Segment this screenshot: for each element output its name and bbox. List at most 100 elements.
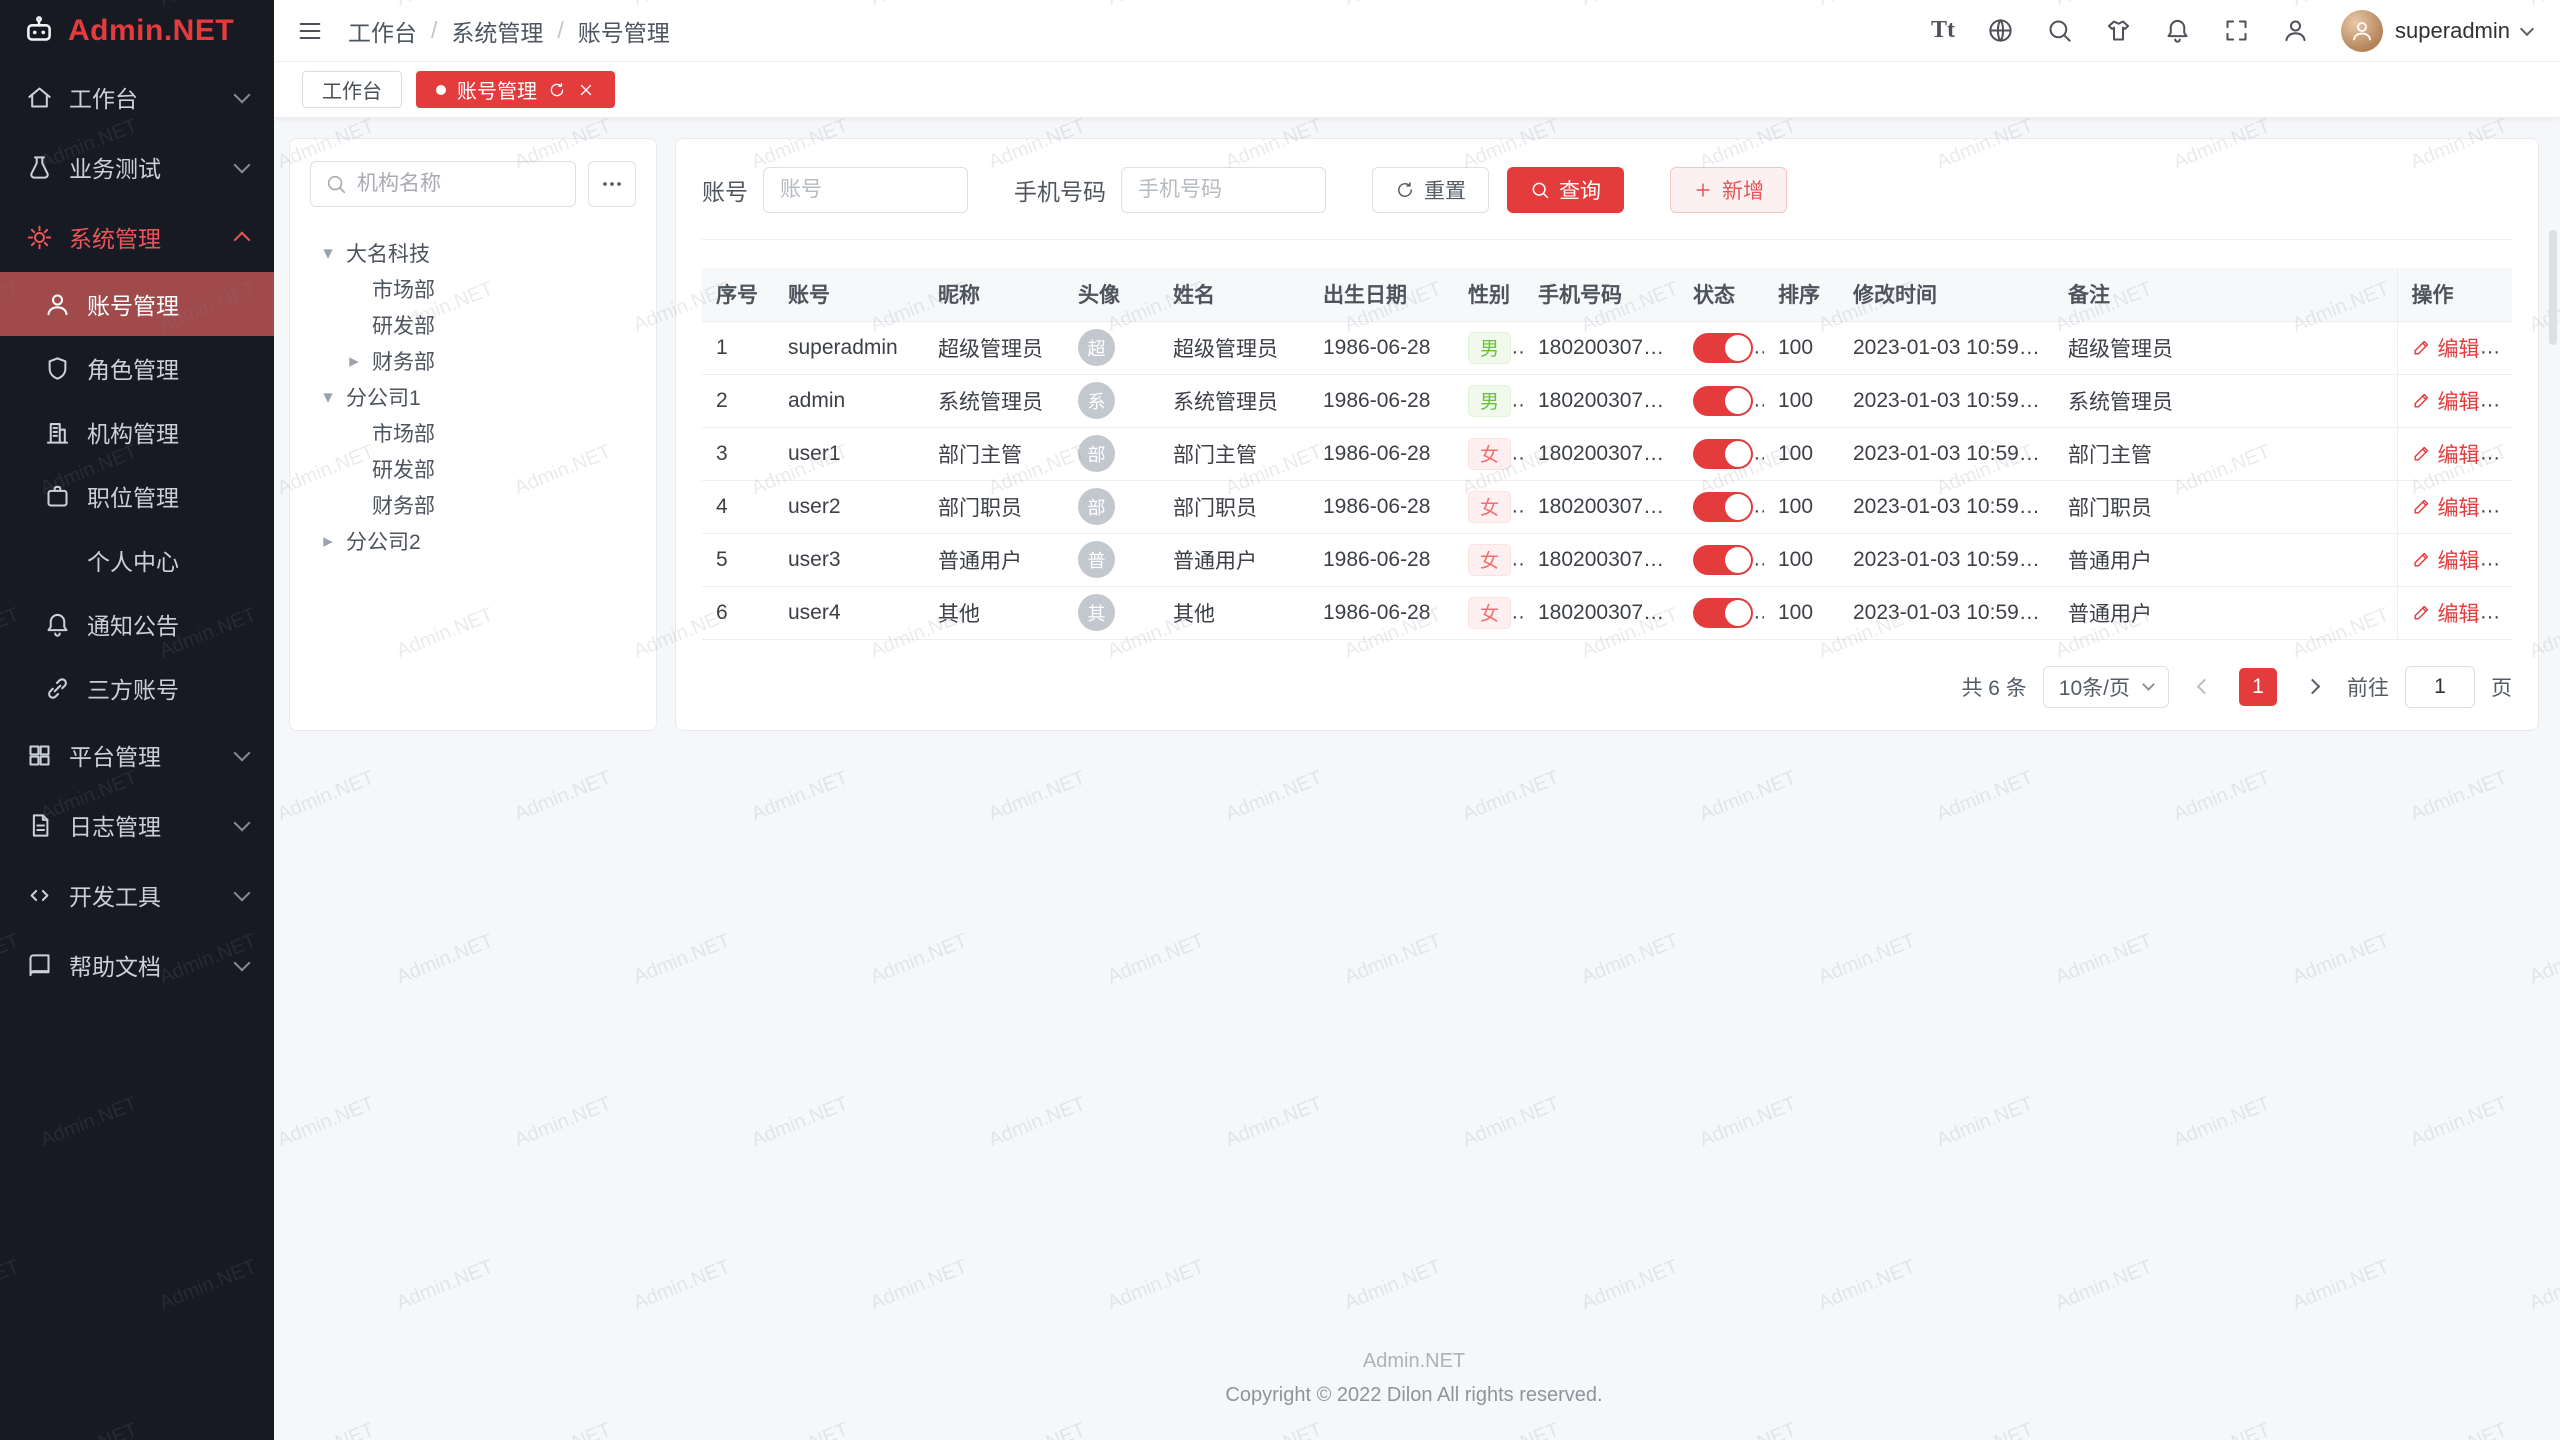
cell-gender: 男: [1454, 321, 1524, 374]
user-menu[interactable]: superadmin: [2341, 10, 2532, 52]
sidebar-item-system[interactable]: 系统管理: [0, 202, 274, 272]
breadcrumb-item[interactable]: 账号管理: [578, 14, 670, 48]
tab-label: 工作台: [322, 75, 382, 104]
org-name-field[interactable]: [357, 172, 561, 196]
cell-nickname: 部门主管: [924, 427, 1064, 480]
sidebar-item-personal[interactable]: 个人中心: [0, 528, 274, 592]
query-form: 账号 手机号码 重置 查询 新增: [702, 161, 2512, 240]
cell-remark: 超级管理员: [2054, 321, 2397, 374]
sidebar-item-devtools[interactable]: 开发工具: [0, 860, 274, 930]
log-icon: [26, 812, 53, 839]
breadcrumb-item[interactable]: 系统管理: [451, 14, 543, 48]
menu-item-label: 通知公告: [87, 607, 248, 641]
account-query-input[interactable]: [763, 167, 968, 213]
avatar-chip: 普: [1078, 541, 1115, 578]
sidebar-item-third-account[interactable]: 三方账号: [0, 656, 274, 720]
tree-node[interactable]: 研发部: [310, 451, 636, 487]
tree-node[interactable]: ▾ 分公司1: [310, 379, 636, 415]
edit-button[interactable]: 编辑: [2412, 545, 2480, 575]
tree-node[interactable]: ▸ 财务部: [310, 343, 636, 379]
caret-right-icon[interactable]: ▸: [316, 530, 340, 553]
edit-button[interactable]: 编辑: [2412, 386, 2480, 416]
notification-icon[interactable]: [2164, 17, 2191, 44]
tab-workbench[interactable]: 工作台: [302, 71, 402, 108]
sidebar-item-org[interactable]: 机构管理: [0, 400, 274, 464]
phone-query-input[interactable]: [1121, 167, 1326, 213]
tree-node[interactable]: 市场部: [310, 415, 636, 451]
sidebar-item-notice[interactable]: 通知公告: [0, 592, 274, 656]
table-row: 5user3普通用户普普通用户1986-06-28女18020030720100…: [702, 533, 2512, 586]
cell-remark: 普通用户: [2054, 586, 2397, 639]
prev-page-button[interactable]: [2185, 668, 2223, 706]
sidebar-item-platform[interactable]: 平台管理: [0, 720, 274, 790]
sidebar: Admin.NET 工作台业务测试系统管理账号管理角色管理机构管理职位管理个人中…: [0, 0, 274, 1440]
org-more-button[interactable]: [588, 161, 636, 207]
tree-node-label: 财务部: [372, 346, 435, 376]
page-size-select[interactable]: 10条/页: [2043, 666, 2169, 708]
cell-order: 100: [1764, 586, 1839, 639]
edit-button[interactable]: 编辑: [2412, 492, 2480, 522]
search-icon[interactable]: [2046, 17, 2073, 44]
sidebar-item-workbench[interactable]: 工作台: [0, 62, 274, 132]
accounts-table: 序号账号昵称头像姓名出生日期性别手机号码状态排序修改时间备注操作 1supera…: [702, 268, 2512, 640]
collapse-menu-icon[interactable]: [296, 17, 324, 45]
profile-icon[interactable]: [2282, 17, 2309, 44]
add-button[interactable]: 新增: [1670, 167, 1787, 213]
sidebar-item-business-test[interactable]: 业务测试: [0, 132, 274, 202]
sidebar-item-logs[interactable]: 日志管理: [0, 790, 274, 860]
cell-name: 部门职员: [1159, 480, 1309, 533]
tree-node[interactable]: ▾大名科技: [310, 235, 636, 271]
close-icon[interactable]: [577, 81, 595, 99]
search-button[interactable]: 查询: [1507, 167, 1624, 213]
tree-node[interactable]: 研发部: [310, 307, 636, 343]
next-page-button[interactable]: [2293, 668, 2331, 706]
status-toggle[interactable]: [1693, 333, 1753, 363]
cell-nickname: 系统管理员: [924, 374, 1064, 427]
grid-icon: [26, 742, 53, 769]
font-size-icon[interactable]: Tt: [1931, 17, 1955, 44]
cell-phone: 18020030720: [1524, 480, 1679, 533]
caret-right-icon[interactable]: ▸: [342, 350, 366, 373]
sidebar-item-role[interactable]: 角色管理: [0, 336, 274, 400]
page-number-button[interactable]: 1: [2239, 668, 2277, 706]
tree-node[interactable]: ▸分公司2: [310, 523, 636, 559]
tab-account[interactable]: 账号管理: [416, 71, 615, 108]
tree-node[interactable]: 市场部: [310, 271, 636, 307]
column-header: 头像: [1064, 268, 1159, 321]
refresh-icon[interactable]: [548, 81, 566, 99]
menu-item-label: 业务测试: [69, 150, 220, 184]
table-header-row: 序号账号昵称头像姓名出生日期性别手机号码状态排序修改时间备注操作: [702, 268, 2512, 321]
status-toggle[interactable]: [1693, 598, 1753, 628]
edit-button[interactable]: 编辑: [2412, 598, 2480, 628]
status-toggle[interactable]: [1693, 439, 1753, 469]
status-toggle[interactable]: [1693, 386, 1753, 416]
scrollbar-thumb[interactable]: [2549, 230, 2557, 345]
org-search-input[interactable]: [310, 161, 576, 207]
reset-button[interactable]: 重置: [1372, 167, 1489, 213]
theme-icon[interactable]: [2105, 17, 2132, 44]
goto-page-input[interactable]: [2405, 666, 2475, 708]
sidebar-item-help[interactable]: 帮助文档: [0, 930, 274, 1000]
edit-button[interactable]: 编辑: [2412, 333, 2480, 363]
footer-copyright: Copyright © 2022 Dilon All rights reserv…: [289, 1378, 2539, 1412]
caret-down-icon[interactable]: ▾: [316, 386, 340, 409]
table-row: 4user2部门职员部部门职员1986-06-28女18020030720100…: [702, 480, 2512, 533]
menu-item-label: 机构管理: [87, 415, 248, 449]
refresh-icon: [1395, 180, 1415, 200]
cell-actions: 编辑: [2397, 374, 2512, 427]
breadcrumb-separator: /: [431, 17, 437, 44]
org-tree: ▾大名科技市场部研发部▸财务部▾分公司1市场部研发部财务部▸分公司2: [310, 235, 636, 559]
tree-node-label: 分公司1: [346, 382, 421, 412]
caret-down-icon[interactable]: ▾: [316, 242, 340, 265]
fullscreen-icon[interactable]: [2223, 17, 2250, 44]
locale-icon[interactable]: [1987, 17, 2014, 44]
cell-nickname: 超级管理员: [924, 321, 1064, 374]
status-toggle[interactable]: [1693, 545, 1753, 575]
tree-node[interactable]: 财务部: [310, 487, 636, 523]
sidebar-item-position[interactable]: 职位管理: [0, 464, 274, 528]
tree-node-label: 研发部: [372, 310, 435, 340]
breadcrumb-item[interactable]: 工作台: [348, 14, 417, 48]
sidebar-item-account[interactable]: 账号管理: [0, 272, 274, 336]
status-toggle[interactable]: [1693, 492, 1753, 522]
edit-button[interactable]: 编辑: [2412, 439, 2480, 469]
